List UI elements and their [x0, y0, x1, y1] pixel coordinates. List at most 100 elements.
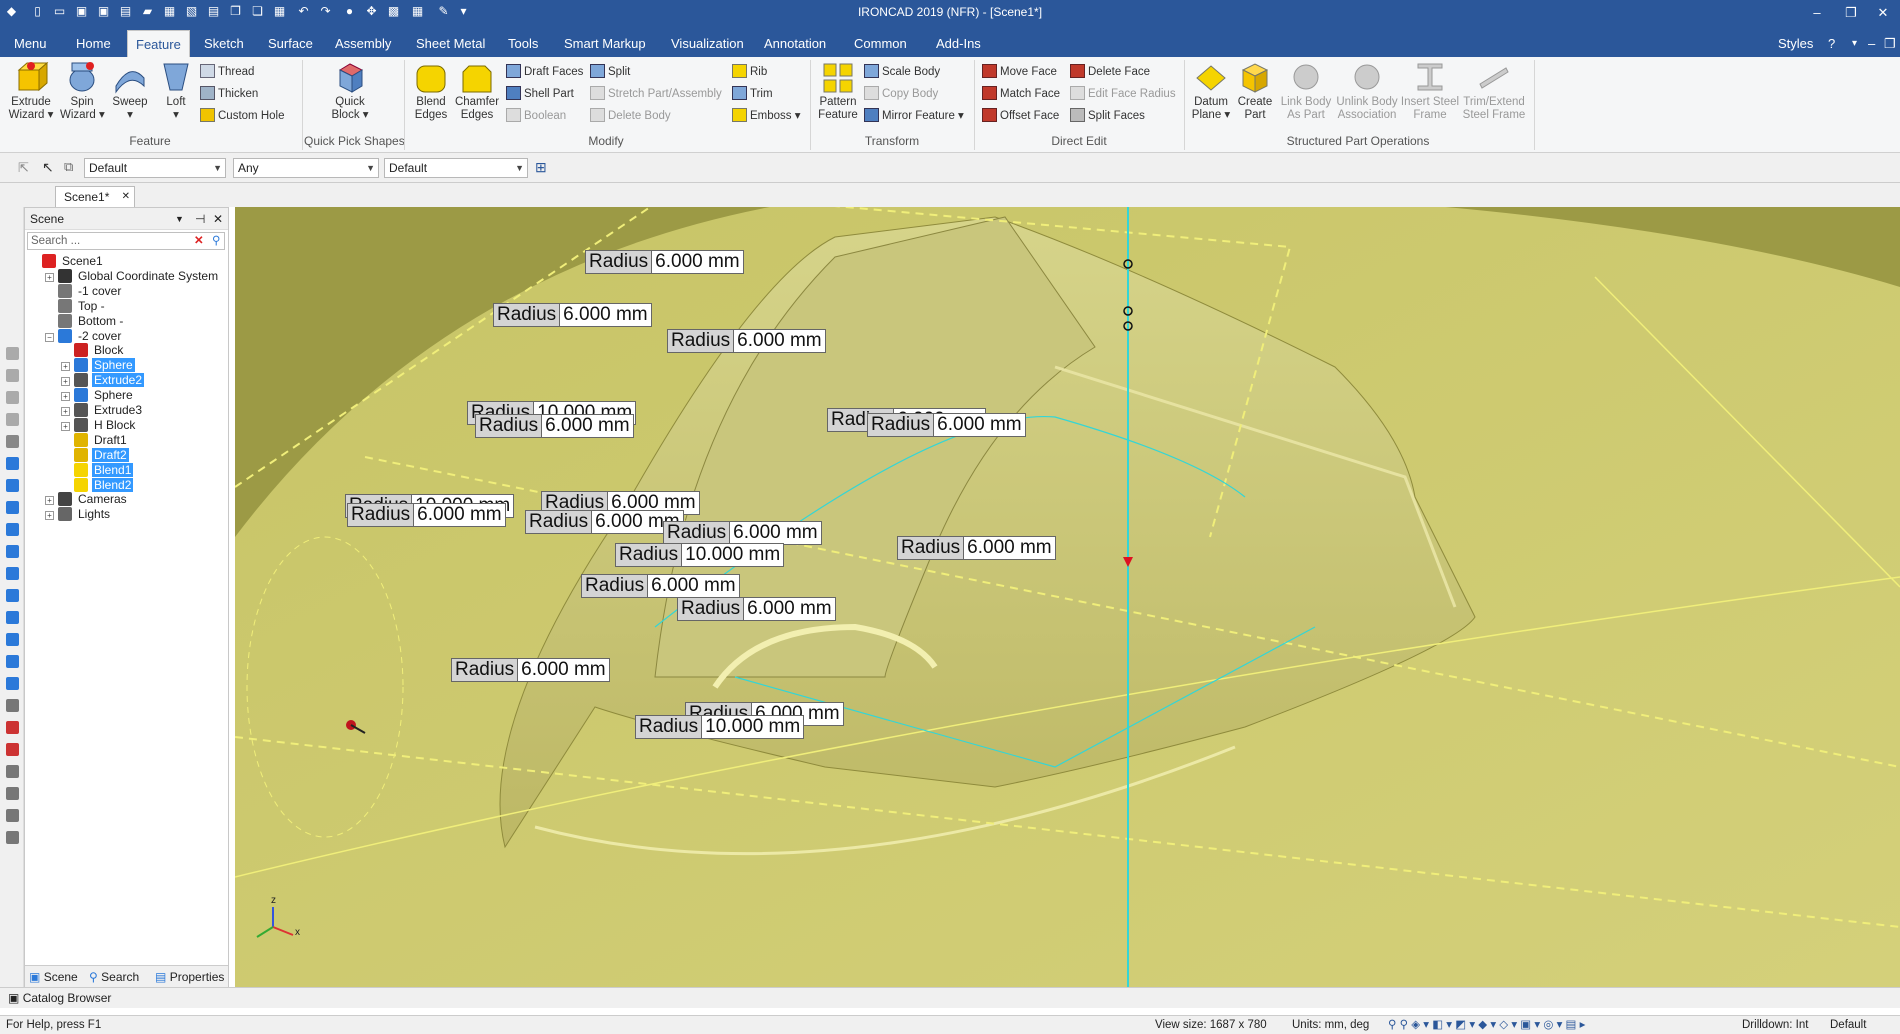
radius-annotation-value[interactable]: 6.000 mm	[560, 303, 652, 327]
mirror-feature-button[interactable]: Mirror Feature ▾	[864, 106, 964, 126]
left-tool-icon[interactable]	[6, 457, 19, 470]
link-body-as-part-button[interactable]: Link Body As Part	[1278, 60, 1334, 122]
radius-annotation-value[interactable]: 6.000 mm	[518, 658, 610, 682]
pin-icon[interactable]: ⊣	[195, 208, 205, 230]
radius-annotation[interactable]: Radius6.000 mm	[475, 414, 634, 438]
offset-face-button[interactable]: Offset Face	[982, 106, 1059, 126]
custom-hole-button[interactable]: Custom Hole	[200, 106, 284, 126]
left-tool-icon[interactable]	[6, 391, 19, 404]
emboss-button[interactable]: Emboss ▾	[732, 106, 801, 126]
expand-toggle-icon[interactable]: +	[61, 421, 70, 431]
edit-face-radius-button[interactable]: Edit Face Radius	[1070, 84, 1176, 104]
expand-toggle-icon[interactable]: +	[61, 362, 70, 372]
filter-icon[interactable]: ⧉	[64, 159, 73, 175]
minimize-icon[interactable]: –	[1802, 0, 1832, 25]
pattern-feature-button[interactable]: Pattern Feature	[816, 60, 860, 122]
trim-extend-steel-frame-button[interactable]: Trim/Extend Steel Frame	[1462, 60, 1526, 122]
quick-block-button[interactable]: Quick Block ▾	[328, 60, 372, 122]
match-face-button[interactable]: Match Face	[982, 84, 1060, 104]
panel-dropdown-icon[interactable]: ▼	[175, 208, 184, 230]
radius-annotation[interactable]: Radius6.000 mm	[663, 521, 822, 545]
sweep-button[interactable]: Sweep ▾	[108, 60, 152, 122]
scene-search-input[interactable]: Search ... ✕ ⚲	[27, 232, 225, 250]
radius-annotation[interactable]: Radius6.000 mm	[451, 658, 610, 682]
3d-viewport[interactable]: z x Radius 6.000 mm Radius 6.000 mm Radius 6.…	[235, 207, 1900, 987]
draft-faces-button[interactable]: Draft Faces	[506, 62, 583, 82]
tab-scene[interactable]: ▣ Scene	[29, 969, 78, 985]
delete-body-button[interactable]: Delete Body	[590, 106, 671, 126]
radius-annotation[interactable]: Radius6.000 mm	[525, 510, 684, 534]
radius-annotation[interactable]: Radius6.000 mm	[867, 413, 1026, 437]
expand-toggle-icon[interactable]: +	[61, 377, 70, 387]
drilldown-selector[interactable]: Drilldown: Int	[1742, 1016, 1808, 1034]
radius-annotation-value[interactable]: 6.000 mm	[734, 329, 826, 353]
tab-search[interactable]: ⚲ Search	[89, 969, 139, 985]
tab-smart-markup[interactable]: Smart Markup	[556, 30, 654, 57]
hierarchy-icon[interactable]: ⊞	[535, 159, 547, 176]
left-tool-icon[interactable]	[6, 831, 19, 844]
tab-sheet-metal[interactable]: Sheet Metal	[408, 30, 493, 57]
radius-annotation[interactable]: Radius6.000 mm	[347, 503, 506, 527]
chamfer-edges-button[interactable]: Chamfer Edges	[454, 60, 500, 122]
radius-annotation[interactable]: Radius6.000 mm	[677, 597, 836, 621]
tab-annotation[interactable]: Annotation	[756, 30, 834, 57]
expand-toggle-icon[interactable]: +	[45, 511, 54, 521]
extrude-wizard-button[interactable]: Extrude Wizard ▾	[6, 60, 56, 122]
radius-annotation-value[interactable]: 6.000 mm	[744, 597, 836, 621]
tab-properties[interactable]: ▤ Properties	[155, 969, 224, 985]
radius-annotation[interactable]: Radius10.000 mm	[635, 715, 805, 739]
radius-annotation-value[interactable]: 6.000 mm	[542, 414, 634, 438]
radius-annotation-value[interactable]: 10.000 mm	[682, 543, 785, 567]
radius-annotation[interactable]: Radius6.000 mm	[581, 574, 740, 598]
radius-annotation[interactable]: Radius10.000 mm	[615, 543, 785, 567]
blend-edges-button[interactable]: Blend Edges	[412, 60, 450, 122]
clear-search-icon[interactable]: ✕	[194, 233, 204, 249]
left-tool-icon[interactable]	[6, 545, 19, 558]
left-tool-icon[interactable]	[6, 589, 19, 602]
left-tool-icon[interactable]	[6, 787, 19, 800]
create-part-button[interactable]: Create Part	[1234, 60, 1276, 122]
selection-filter-combo[interactable]: Any ▼	[233, 158, 379, 178]
left-tool-icon[interactable]	[6, 743, 19, 756]
left-tool-icon[interactable]	[6, 633, 19, 646]
copy-body-button[interactable]: Copy Body	[864, 84, 938, 104]
material-combo[interactable]: Default ▼	[384, 158, 528, 178]
left-tool-icon[interactable]	[6, 347, 19, 360]
radius-annotation[interactable]: Radius6.000 mm	[493, 303, 652, 327]
datum-plane-button[interactable]: Datum Plane ▾	[1190, 60, 1232, 122]
radius-annotation-value[interactable]: 6.000 mm	[414, 503, 506, 527]
style-combo[interactable]: Default ▼	[84, 158, 226, 178]
left-tool-icon[interactable]	[6, 479, 19, 492]
thicken-button[interactable]: Thicken	[200, 84, 258, 104]
radius-annotation[interactable]: Radius6.000 mm	[897, 536, 1056, 560]
doc-restore-icon[interactable]: ❐	[1876, 30, 1900, 57]
left-tool-icon[interactable]	[6, 567, 19, 580]
scene-canvas[interactable]: z x	[235, 207, 1900, 987]
left-tool-icon[interactable]	[6, 721, 19, 734]
styles-menu[interactable]: Styles	[1770, 30, 1821, 57]
boolean-button[interactable]: Boolean	[506, 106, 566, 126]
tab-common[interactable]: Common	[846, 30, 915, 57]
scale-body-button[interactable]: Scale Body	[864, 62, 940, 82]
tree-node[interactable]: + Lights	[45, 505, 112, 523]
close-icon[interactable]: ✕	[1868, 0, 1898, 25]
help-icon[interactable]: ?	[1820, 30, 1843, 57]
document-tab[interactable]: Scene1* ✕	[55, 186, 135, 207]
tab-assembly[interactable]: Assembly	[327, 30, 399, 57]
left-tool-icon[interactable]	[6, 501, 19, 514]
search-options-icon[interactable]: ⚲	[212, 233, 220, 249]
tab-home[interactable]: Home	[68, 30, 119, 57]
radius-annotation-value[interactable]: 6.000 mm	[648, 574, 740, 598]
tab-add-ins[interactable]: Add-Ins	[928, 30, 989, 57]
radius-annotation[interactable]: Radius6.000 mm	[667, 329, 826, 353]
expand-toggle-icon[interactable]: +	[61, 392, 70, 402]
split-button[interactable]: Split	[590, 62, 630, 82]
tab-feature[interactable]: Feature	[127, 30, 190, 57]
radius-annotation[interactable]: Radius6.000 mm	[585, 250, 744, 274]
left-tool-icon[interactable]	[6, 765, 19, 778]
arrow-select-icon[interactable]: ⇱	[18, 160, 29, 176]
insert-steel-frame-button[interactable]: Insert Steel Frame	[1400, 60, 1460, 122]
trim-button[interactable]: Trim	[732, 84, 773, 104]
left-tool-icon[interactable]	[6, 809, 19, 822]
loft-button[interactable]: Loft ▾	[158, 60, 194, 122]
